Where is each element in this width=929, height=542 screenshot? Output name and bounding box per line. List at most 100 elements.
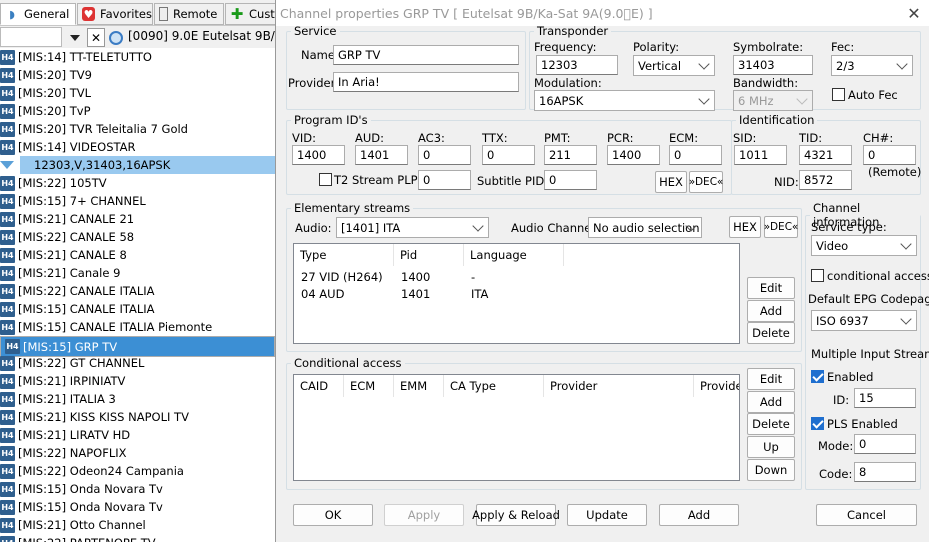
list-item[interactable]: H4 [MIS:21] IRPINIATV xyxy=(0,372,275,390)
list-item[interactable]: H4 [MIS:15] Onda Novara Tv xyxy=(0,480,275,498)
stream-add-button[interactable]: Add xyxy=(747,300,795,322)
filter-input[interactable] xyxy=(0,27,62,47)
list-item[interactable]: H4 [MIS:22] CANALE ITALIA xyxy=(0,282,275,300)
column-header[interactable]: Language xyxy=(464,244,564,266)
t2-stream-plp-field[interactable]: 0 xyxy=(418,170,471,190)
cancel-button[interactable]: Cancel xyxy=(816,504,917,526)
mis-id-field[interactable]: 15 xyxy=(854,388,916,408)
symbolrate-field[interactable]: 31403 xyxy=(733,55,813,75)
satellite-selector[interactable]: [0090] 9.0E Eutelsat 9B/Ka- xyxy=(128,29,294,43)
list-item[interactable]: H4 [MIS:15] CANALE ITALIA Piemonte xyxy=(0,318,275,336)
tid-field[interactable]: 4321 xyxy=(799,145,852,165)
list-item[interactable]: H4 [MIS:15] Onda Novara Tv xyxy=(0,498,275,516)
list-item[interactable]: H4 [MIS:15] 7+ CHANNEL xyxy=(0,192,275,210)
list-item[interactable]: H4 [MIS:21] CANALE 8 xyxy=(0,246,275,264)
ecm-field[interactable]: 0 xyxy=(669,145,722,165)
list-item[interactable]: H4 [MIS:20] TVL xyxy=(0,84,275,102)
ca-edit-button[interactable]: Edit xyxy=(747,368,795,390)
column-header[interactable]: Pid xyxy=(394,244,464,266)
ok-button[interactable]: OK xyxy=(293,504,373,526)
tab-general[interactable]: ◗ General xyxy=(0,3,76,25)
column-header[interactable]: EMM xyxy=(394,375,444,397)
list-item[interactable]: H4 [MIS:21] LIRATV HD xyxy=(0,426,275,444)
pids-dec-button[interactable]: »DEC« xyxy=(689,171,723,193)
dropdown-arrow-icon[interactable] xyxy=(66,30,84,46)
column-header[interactable]: Type xyxy=(294,244,394,266)
column-header[interactable]: CAID xyxy=(294,375,344,397)
frequency-field[interactable]: 12303 xyxy=(536,55,618,75)
list-item[interactable]: H4 [MIS:21] KISS KISS NAPOLI TV xyxy=(0,408,275,426)
list-item[interactable]: H4 [MIS:20] TVR Teleitalia 7 Gold xyxy=(0,120,275,138)
subtitle-pid-field[interactable]: 0 xyxy=(544,170,597,190)
channel-list[interactable]: H4 [MIS:14] TT-TELETUTTO H4 [MIS:20] TV9 H4[… xyxy=(0,48,275,542)
ca-up-button[interactable]: Up xyxy=(747,436,795,458)
update-button[interactable]: Update xyxy=(567,504,647,526)
streams-dec-button[interactable]: »DEC« xyxy=(764,216,798,238)
audio-select[interactable]: [1401] ITA xyxy=(336,217,489,238)
list-item[interactable]: H4[MIS:22] PARTENOPE TV xyxy=(0,534,275,542)
list-item[interactable]: H4 [MIS:20] TvP xyxy=(0,102,275,120)
ca-down-button[interactable]: Down xyxy=(747,459,795,481)
channel-name: CANALE ITALIA xyxy=(69,284,155,298)
tab-favorites[interactable]: ♥ Favorites xyxy=(77,3,153,25)
service-type-select[interactable]: Video xyxy=(811,235,917,256)
modulation-select[interactable]: 16APSK xyxy=(534,90,715,111)
tab-remote[interactable]: Remote xyxy=(154,3,224,25)
list-item[interactable]: H4 [MIS:21] ITALIA 3 xyxy=(0,390,275,408)
aud-field[interactable]: 1401 xyxy=(355,145,408,165)
pls-mode-field[interactable]: 0 xyxy=(854,434,916,454)
apply-button[interactable]: Apply xyxy=(384,504,464,526)
stream-delete-button[interactable]: Delete xyxy=(747,322,795,344)
list-item[interactable]: H4 [MIS:14] TT-TELETUTTO xyxy=(0,48,275,66)
column-header[interactable]: CA Type xyxy=(444,375,544,397)
vid-field[interactable]: 1400 xyxy=(292,145,345,165)
auto-fec-checkbox[interactable] xyxy=(832,88,845,101)
t2-stream-plp-checkbox[interactable] xyxy=(319,173,332,186)
ttx-field[interactable]: 0 xyxy=(482,145,535,165)
ca-table[interactable]: CAID ECM EMM CA Type Provider Provider xyxy=(293,374,740,481)
list-item[interactable]: H4 [MIS:22] NAPOFLIX xyxy=(0,444,275,462)
column-header[interactable]: Provider xyxy=(544,375,694,397)
list-item[interactable]: H4 [MIS:22] CANALE 58 xyxy=(0,228,275,246)
pcr-field[interactable]: 1400 xyxy=(607,145,660,165)
pmt-field[interactable]: 211 xyxy=(544,145,597,165)
bandwidth-select[interactable]: 6 MHz xyxy=(733,90,813,111)
tab-custom[interactable]: ✚ Cust xyxy=(225,3,275,25)
ca-delete-button[interactable]: Delete xyxy=(747,413,795,435)
add-button[interactable]: Add xyxy=(659,504,739,526)
column-header[interactable]: Provider xyxy=(694,375,739,397)
list-item[interactable]: H4 [MIS:21] CANALE 21 xyxy=(0,210,275,228)
list-item[interactable]: H4 [MIS:14] VIDEOSTAR xyxy=(0,138,275,156)
epg-codepage-select[interactable]: ISO 6937 xyxy=(811,310,917,331)
mis-enabled-checkbox[interactable] xyxy=(811,370,824,383)
pids-hex-button[interactable]: HEX xyxy=(655,171,687,193)
list-item[interactable]: H4 [MIS:20] TV9 xyxy=(0,66,275,84)
fec-select[interactable]: 2/3 xyxy=(831,55,913,76)
list-item[interactable]: H4 [MIS:22] 105TV xyxy=(0,174,275,192)
list-item[interactable]: H4 [MIS:22] GT CHANNEL xyxy=(0,354,275,372)
audio-channel-select[interactable]: No audio selection xyxy=(588,217,702,238)
polarity-select[interactable]: Vertical xyxy=(633,55,715,76)
list-item[interactable]: H4 [MIS:21] Otto Channel xyxy=(0,516,275,534)
pls-code-field[interactable]: 8 xyxy=(854,462,916,482)
clear-filter-icon[interactable]: ✕ xyxy=(87,28,105,47)
ca-add-button[interactable]: Add xyxy=(747,391,795,413)
column-header[interactable]: ECM xyxy=(344,375,394,397)
name-field[interactable]: GRP TV xyxy=(333,45,519,65)
ac3-field[interactable]: 0 xyxy=(418,145,471,165)
conditional-access-checkbox[interactable] xyxy=(811,269,824,282)
streams-table[interactable]: Type Pid Language 27 VID (H264) 1400 - 0… xyxy=(293,243,740,344)
list-item[interactable]: H4 [MIS:15] CANALE ITALIA xyxy=(0,300,275,318)
provider-field[interactable]: In Aria! xyxy=(333,72,519,92)
apply-reload-button[interactable]: Apply & Reload xyxy=(472,504,560,526)
nid-field[interactable]: 8572 xyxy=(799,170,852,190)
transponder-row[interactable]: 12303,V,31403,16APSK xyxy=(0,156,275,174)
stream-edit-button[interactable]: Edit xyxy=(747,277,795,299)
ch-field[interactable]: 0 xyxy=(863,145,916,165)
pls-enabled-checkbox[interactable] xyxy=(811,417,824,430)
list-item[interactable]: H4 [MIS:22] Odeon24 Campania xyxy=(0,462,275,480)
sid-field[interactable]: 1011 xyxy=(734,145,787,165)
close-icon[interactable]: ✕ xyxy=(903,2,925,24)
streams-hex-button[interactable]: HEX xyxy=(729,216,761,238)
list-item[interactable]: H4 [MIS:21] Canale 9 xyxy=(0,264,275,282)
